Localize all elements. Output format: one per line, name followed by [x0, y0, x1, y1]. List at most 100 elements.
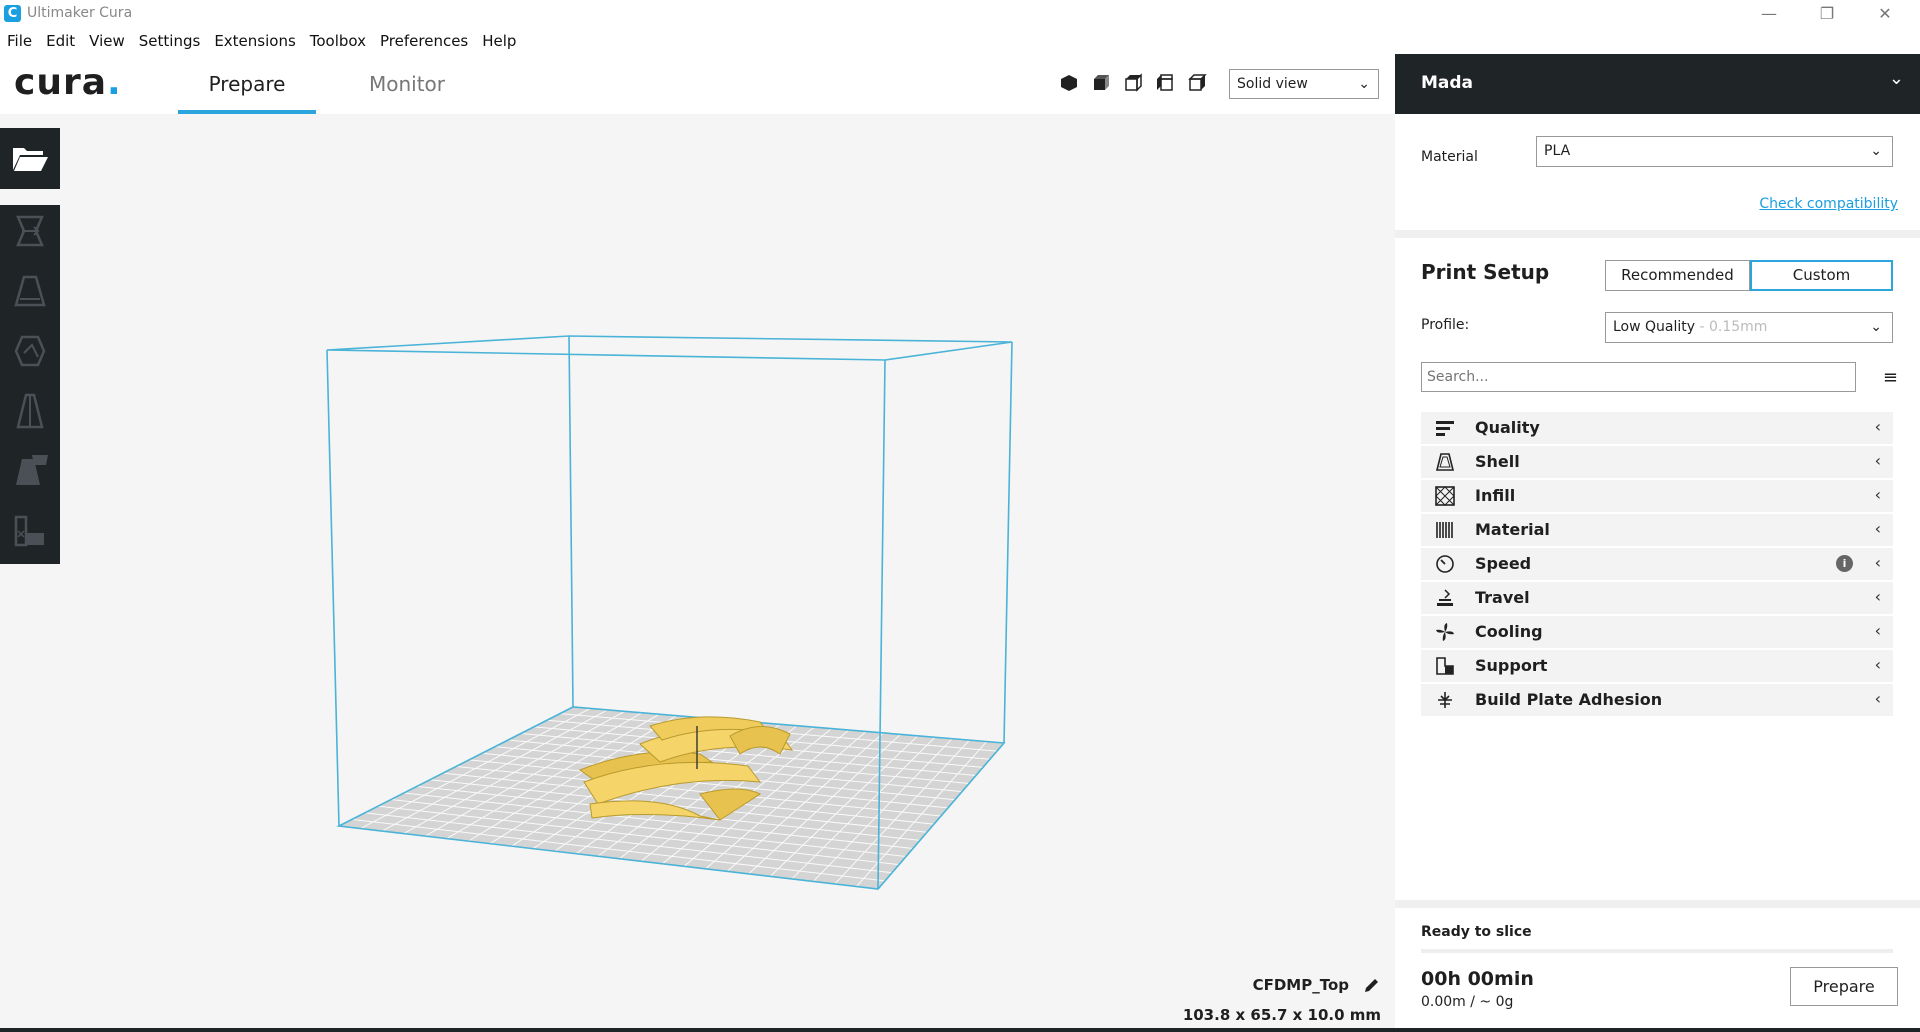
category-label: Material	[1475, 520, 1550, 539]
left-view-icon[interactable]	[1154, 72, 1176, 94]
open-file-button[interactable]	[0, 128, 60, 189]
view-mode-value: Solid view	[1237, 76, 1308, 92]
divider	[1395, 230, 1920, 238]
category-speed[interactable]: Speed i ‹	[1421, 548, 1893, 580]
chevron-down-icon: ⌄	[1888, 68, 1904, 89]
view-mode-select[interactable]: Solid view ⌄	[1229, 69, 1379, 99]
chevron-down-icon: ⌄	[1870, 319, 1882, 335]
chevron-down-icon: ⌄	[1870, 143, 1882, 159]
category-label: Support	[1475, 656, 1548, 675]
rotate-tool-icon[interactable]	[10, 331, 50, 371]
category-label: Infill	[1475, 486, 1516, 505]
menu-settings[interactable]: Settings	[132, 28, 208, 54]
cura-window: C Ultimaker Cura — ❐ ✕ File Edit View Se…	[0, 0, 1920, 1032]
chevron-left-icon: ‹	[1874, 451, 1881, 470]
category-infill[interactable]: Infill ‹	[1421, 480, 1893, 512]
prepare-button[interactable]: Prepare	[1790, 967, 1898, 1006]
menu-view[interactable]: View	[82, 28, 132, 54]
category-cooling[interactable]: Cooling ‹	[1421, 616, 1893, 648]
title-bar: C Ultimaker Cura — ❐ ✕	[0, 0, 1920, 28]
profile-layer-height: - 0.15mm	[1695, 319, 1768, 335]
chevron-left-icon: ‹	[1874, 485, 1881, 504]
move-tool-icon[interactable]	[10, 211, 50, 251]
cura-app-icon: C	[4, 5, 21, 22]
category-label: Travel	[1475, 588, 1530, 607]
tool-panel	[0, 205, 60, 564]
right-view-icon[interactable]	[1186, 72, 1208, 94]
chevron-left-icon: ‹	[1874, 417, 1881, 436]
settings-sidebar: Mada ⌄ Material PLA ⌄ Check compatibilit…	[1395, 54, 1920, 1032]
menu-bar: File Edit View Settings Extensions Toolb…	[0, 28, 523, 54]
infill-icon	[1435, 486, 1455, 506]
check-compatibility-link[interactable]: Check compatibility	[1759, 196, 1898, 212]
print-setup-title: Print Setup	[1421, 260, 1550, 284]
profile-label: Profile:	[1421, 317, 1470, 333]
info-icon[interactable]: i	[1836, 555, 1853, 572]
front-view-icon[interactable]	[1090, 72, 1112, 94]
chevron-left-icon: ‹	[1874, 553, 1881, 572]
top-view-icon[interactable]	[1122, 72, 1144, 94]
pencil-icon[interactable]	[1363, 976, 1381, 994]
menu-toolbox[interactable]: Toolbox	[303, 28, 373, 54]
menu-help[interactable]: Help	[475, 28, 523, 54]
material-value: PLA	[1544, 143, 1571, 159]
support-icon	[1436, 657, 1454, 675]
category-label: Quality	[1475, 418, 1540, 437]
camera-view-buttons	[1058, 72, 1208, 94]
machine-selector[interactable]: Mada ⌄	[1395, 54, 1920, 114]
tab-prepare[interactable]: Prepare	[178, 54, 316, 114]
scale-tool-icon[interactable]	[10, 271, 50, 311]
adhesion-icon	[1438, 692, 1452, 708]
category-label: Cooling	[1475, 622, 1543, 641]
cooling-fan-icon	[1436, 623, 1454, 641]
chevron-down-icon: ⌄	[1358, 76, 1370, 92]
3d-view-icon[interactable]	[1058, 72, 1080, 94]
category-quality[interactable]: Quality ‹	[1421, 412, 1893, 444]
settings-visibility-menu-icon[interactable]: ≡	[1883, 367, 1898, 388]
minimize-button[interactable]: —	[1740, 0, 1798, 28]
menu-edit[interactable]: Edit	[39, 28, 82, 54]
settings-categories: Quality ‹ Shell ‹ Infill ‹ Material ‹ Sp…	[1421, 412, 1893, 718]
category-build-plate-adhesion[interactable]: Build Plate Adhesion ‹	[1421, 684, 1893, 716]
category-shell[interactable]: Shell ‹	[1421, 446, 1893, 478]
cura-logo: cura.	[14, 62, 122, 103]
recommended-mode-button[interactable]: Recommended	[1605, 260, 1750, 291]
category-support[interactable]: Support ‹	[1421, 650, 1893, 682]
material-label: Material	[1421, 149, 1478, 165]
profile-value: Low Quality	[1613, 319, 1696, 335]
folder-open-icon	[13, 148, 48, 171]
settings-search-input[interactable]	[1421, 362, 1856, 392]
custom-mode-button[interactable]: Custom	[1750, 260, 1893, 291]
window-title: Ultimaker Cura	[27, 5, 133, 21]
tab-monitor[interactable]: Monitor	[346, 54, 468, 114]
travel-icon	[1437, 589, 1453, 606]
close-button[interactable]: ✕	[1856, 0, 1914, 28]
object-dimensions: 103.8 x 65.7 x 10.0 mm	[1182, 1006, 1381, 1024]
top-header: cura. Prepare Monitor Solid view ⌄	[0, 54, 1395, 114]
menu-file[interactable]: File	[0, 28, 39, 54]
category-label: Shell	[1475, 452, 1520, 471]
category-label: Build Plate Adhesion	[1475, 690, 1663, 709]
object-name: CFDMP_Top	[1252, 976, 1349, 994]
chevron-left-icon: ‹	[1874, 587, 1881, 606]
material-usage: 0.00m / ~ 0g	[1421, 994, 1514, 1010]
chevron-left-icon: ‹	[1874, 519, 1881, 538]
slice-status: Ready to slice	[1421, 924, 1532, 940]
slice-progress-bar	[1421, 949, 1893, 953]
category-material[interactable]: Material ‹	[1421, 514, 1893, 546]
restore-button[interactable]: ❐	[1798, 0, 1856, 28]
profile-select[interactable]: Low Quality - 0.15mm ⌄	[1605, 312, 1893, 343]
material-select[interactable]: PLA ⌄	[1536, 136, 1893, 167]
per-model-settings-icon[interactable]	[10, 451, 50, 491]
category-travel[interactable]: Travel ‹	[1421, 582, 1893, 614]
print-time: 00h 00min	[1421, 968, 1534, 990]
support-blocker-icon[interactable]	[10, 511, 50, 551]
category-label: Speed	[1475, 554, 1532, 573]
chevron-left-icon: ‹	[1874, 621, 1881, 640]
build-volume-scene[interactable]	[0, 114, 1395, 1032]
chevron-left-icon: ‹	[1874, 655, 1881, 674]
menu-preferences[interactable]: Preferences	[373, 28, 475, 54]
3d-viewport[interactable]: CFDMP_Top 103.8 x 65.7 x 10.0 mm	[0, 114, 1395, 1032]
mirror-tool-icon[interactable]	[10, 391, 50, 431]
menu-extensions[interactable]: Extensions	[207, 28, 302, 54]
